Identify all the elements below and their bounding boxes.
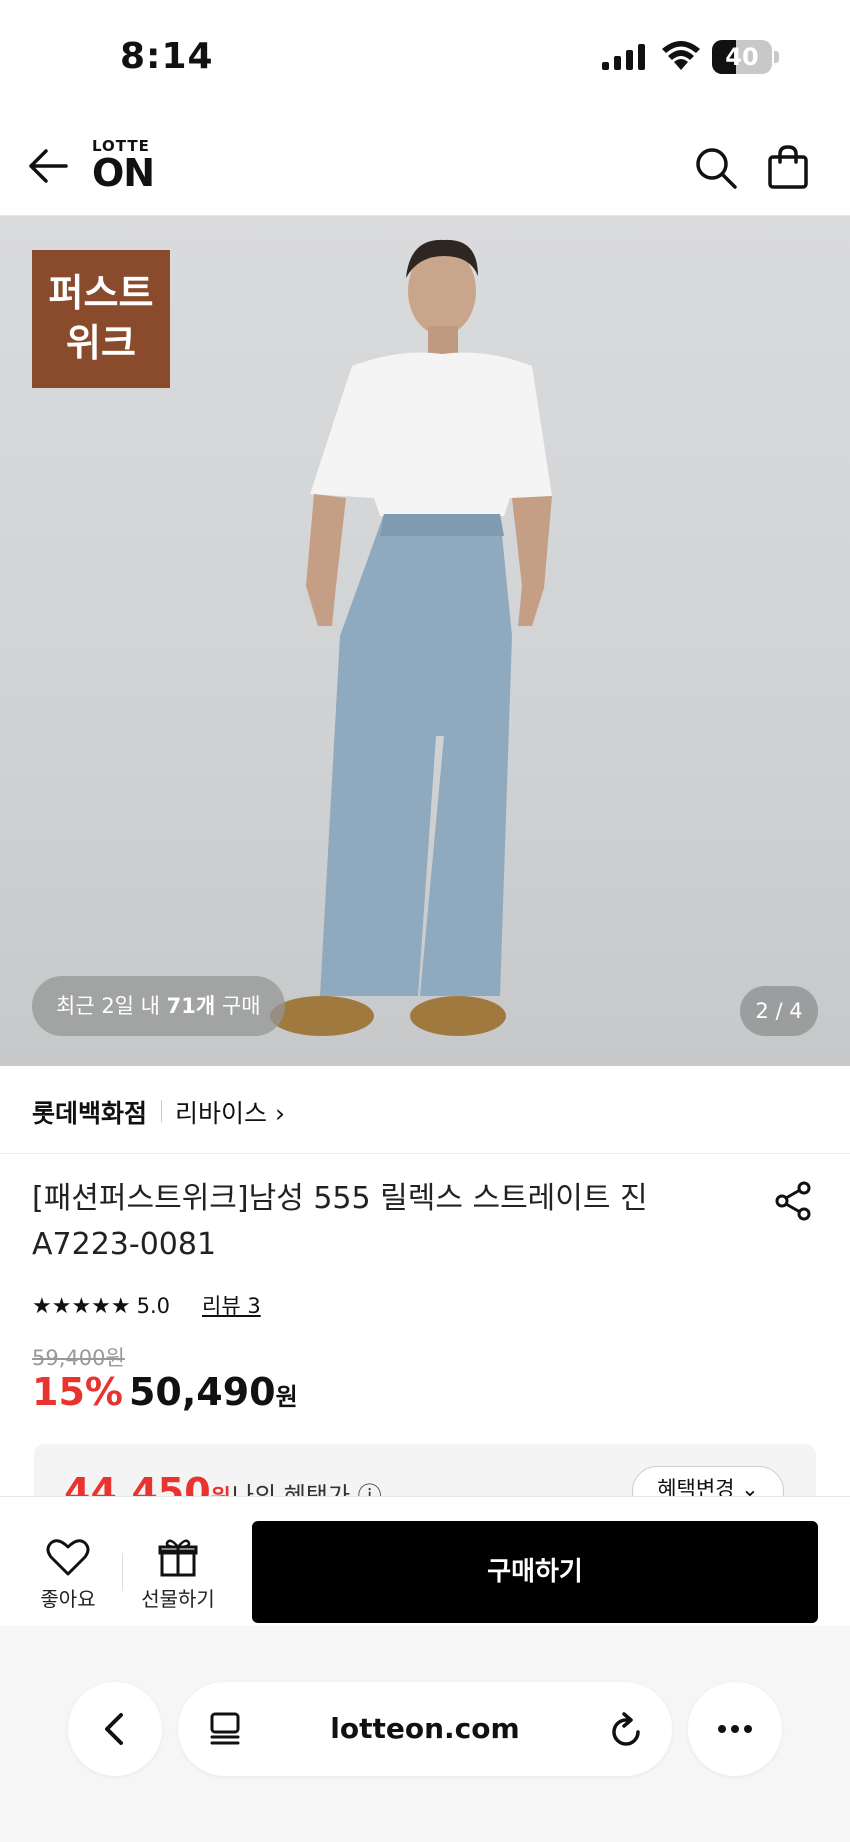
action-separator xyxy=(122,1553,123,1591)
more-icon xyxy=(718,1725,752,1733)
benefit-price: 44,450원 xyxy=(64,1470,231,1496)
price-unit: 원 xyxy=(275,1383,298,1411)
lotte-on-logo[interactable]: LOTTE ON xyxy=(92,138,162,192)
rating-score: 5.0 xyxy=(136,1294,171,1318)
battery-level: 40 xyxy=(725,43,759,71)
product-title-line1: [패션퍼스트위크]남성 555 릴렉스 스트레이트 진 xyxy=(32,1181,648,1216)
sale-price: 50,490 xyxy=(128,1370,276,1414)
browser-back-button[interactable] xyxy=(68,1682,162,1776)
heart-icon xyxy=(46,1539,90,1576)
buy-count-prefix: 최근 2일 내 xyxy=(56,994,167,1018)
buy-count-number: 71개 xyxy=(166,994,216,1018)
store-name[interactable]: 롯데백화점 xyxy=(32,1094,147,1130)
purchase-action-bar: 좋아요 선물하기 구매하기 xyxy=(0,1496,850,1626)
chevron-left-icon xyxy=(105,1713,123,1745)
benefit-label[interactable]: 나의 혜택가 ⓘ xyxy=(232,1476,382,1496)
original-price: 59,400원 xyxy=(32,1346,125,1370)
product-image[interactable]: 퍼스트 위크 최근 2일 내 71개 구매 2 / 4 xyxy=(0,216,850,1066)
browser-more-button[interactable] xyxy=(688,1682,782,1776)
star-rating-icon: ★★★★★ xyxy=(32,1294,131,1319)
brand-separator xyxy=(161,1100,162,1122)
price-row: 15% 50,490원 xyxy=(32,1370,298,1420)
cellular-signal-icon xyxy=(602,44,645,70)
gift-button[interactable]: 선물하기 xyxy=(136,1537,220,1612)
app-header: LOTTE ON xyxy=(0,110,850,216)
status-time: 8:14 xyxy=(120,36,214,77)
back-arrow-icon[interactable] xyxy=(26,146,70,186)
status-bar: 8:14 40 xyxy=(0,0,850,110)
product-title-line2: A7223-0081 xyxy=(32,1227,217,1262)
like-label: 좋아요 xyxy=(40,1587,96,1611)
badge-line1: 퍼스트 xyxy=(48,271,154,315)
brand-link[interactable]: 리바이스 › xyxy=(175,1094,285,1130)
url-text: lotteon.com xyxy=(330,1712,520,1745)
address-bar[interactable]: lotteon.com xyxy=(178,1682,672,1776)
review-link[interactable]: 리뷰 3 xyxy=(202,1290,261,1322)
shopping-bag-icon[interactable] xyxy=(766,144,810,190)
wifi-icon xyxy=(662,41,700,70)
benefit-price-value: 44,450 xyxy=(64,1470,211,1496)
image-pager: 2 / 4 xyxy=(740,986,818,1036)
share-icon[interactable] xyxy=(772,1180,814,1222)
discount-rate: 15% xyxy=(32,1370,123,1414)
recent-purchase-count: 최근 2일 내 71개 구매 xyxy=(32,976,285,1036)
buy-button[interactable]: 구매하기 xyxy=(252,1521,818,1623)
gift-icon xyxy=(158,1539,198,1577)
product-title: [패션퍼스트위크]남성 555 릴렉스 스트레이트 진 A7223-0081 xyxy=(32,1176,722,1268)
benefit-price-unit: 원 xyxy=(211,1486,231,1496)
buy-count-suffix: 구매 xyxy=(215,994,261,1018)
rating-row: ★★★★★ 5.0 리뷰 3 xyxy=(32,1290,261,1322)
badge-line2: 위크 xyxy=(66,321,136,365)
gift-label: 선물하기 xyxy=(141,1587,215,1611)
first-week-badge: 퍼스트 위크 xyxy=(32,250,170,388)
reload-icon[interactable] xyxy=(610,1712,644,1748)
battery-icon: 40 xyxy=(712,40,779,74)
brand-row: 롯데백화점 리바이스 › xyxy=(0,1066,850,1154)
benefit-price-box: 44,450원 나의 혜택가 ⓘ 혜택변경 ⌄ xyxy=(34,1444,816,1496)
like-button[interactable]: 좋아요 xyxy=(26,1537,110,1612)
browser-toolbar: lotteon.com xyxy=(0,1626,850,1842)
logo-big-text: ON xyxy=(92,151,155,195)
search-icon[interactable] xyxy=(694,146,738,190)
benefit-change-button[interactable]: 혜택변경 ⌄ xyxy=(632,1466,784,1496)
